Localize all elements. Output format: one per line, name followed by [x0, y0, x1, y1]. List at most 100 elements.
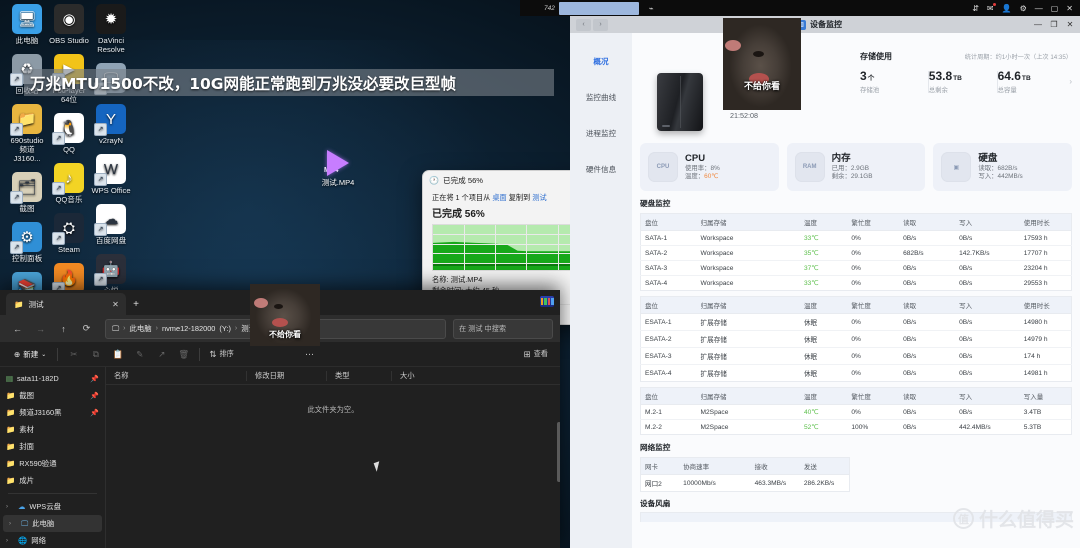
desktop-icon-qq-icon[interactable]: 🐧QQ	[48, 113, 90, 154]
table-cell: 33℃	[803, 280, 819, 287]
desktop-icon-obs-studio-icon[interactable]: ◉ OBS Studio	[48, 4, 90, 45]
desktop-icon-control-panel-icon[interactable]: ⚙控制面板	[6, 222, 48, 263]
card-line: 写入：442MB/s	[978, 173, 1023, 180]
desktop-icon-folder-icon[interactable]: 📁690studio 频道J3160...	[6, 104, 48, 163]
new-button[interactable]: ⊕ 新建 ⌄	[8, 345, 52, 364]
plus-icon[interactable]: +	[126, 293, 146, 315]
column-header: 繁忙度	[847, 387, 900, 405]
pin-icon: 📌	[90, 392, 99, 400]
dm-nav-item[interactable]: 概况	[570, 43, 632, 79]
table-row: ESATA-4 扩展存储 休眠 0% 0B/s 0B/s 14981 h	[641, 365, 1072, 382]
taskbar-thumbnail[interactable]	[540, 296, 554, 307]
search-input[interactable]: 在 测试 中搜索	[453, 318, 553, 339]
desktop-icon-label: DaVinci Resolve	[97, 36, 125, 54]
resource-card[interactable]: RAM 内存 已用：2.9GB 剩余：29.1GB	[786, 143, 926, 191]
dest-link[interactable]: 测试	[532, 193, 546, 202]
column-header[interactable]: 类型	[326, 370, 391, 381]
dm-nav-item[interactable]: 监控曲线	[570, 79, 632, 115]
close-icon[interactable]: ✕	[109, 298, 122, 311]
chevron-right-icon[interactable]: ›	[593, 18, 608, 31]
mail-icon[interactable]: ✉	[987, 2, 996, 13]
explorer-tab[interactable]: 📁 测试 ✕	[6, 293, 126, 315]
sidebar-item[interactable]: 📁 成片	[0, 472, 105, 489]
forward-button[interactable]: →	[30, 318, 51, 339]
clock-icon: 🕐	[429, 175, 439, 185]
breadcrumb-part-1[interactable]: nvme12-182000	[162, 324, 215, 333]
column-header[interactable]: 名称	[106, 371, 246, 381]
sidebar-item[interactable]: ▤ sata11-182D 📌	[0, 370, 105, 387]
sort-button[interactable]: ⇅ 排序	[205, 345, 238, 364]
chevron-left-icon[interactable]: ‹	[576, 18, 591, 31]
close-button[interactable]: ✕	[1062, 18, 1078, 32]
desktop-icon-v2rayn-icon[interactable]: Yv2rayN	[90, 104, 132, 145]
column-header: 盘位	[640, 296, 697, 314]
scrollbar[interactable]	[557, 422, 560, 482]
chevron-right-icon[interactable]: ›	[9, 521, 17, 527]
table-header-row: 网卡 协商速率 接收 发送	[640, 457, 850, 475]
breadcrumb-part-2[interactable]: (Y:)	[219, 324, 231, 333]
sidebar-item-this-pc-icon[interactable]: › 🖵 此电脑	[3, 515, 102, 532]
chevron-right-icon[interactable]: ›	[1069, 77, 1072, 86]
column-header[interactable]: 修改日期	[246, 370, 326, 381]
chevron-right-icon[interactable]: ›	[6, 538, 14, 544]
v2rayn-icon: Y	[94, 104, 126, 136]
column-header: 归属存储	[696, 213, 800, 231]
more-button[interactable]: ⋯	[299, 345, 320, 364]
minimize-button[interactable]: —	[1035, 4, 1043, 13]
up-button[interactable]: ↑	[53, 318, 74, 339]
maximize-button[interactable]: ▢	[1051, 4, 1059, 13]
close-button[interactable]: ✕	[1066, 4, 1073, 13]
sidebar-item-network-icon[interactable]: › 🌐 网络	[0, 532, 105, 548]
gear-icon[interactable]: ⚙	[1020, 4, 1027, 13]
desktop-file-mp4[interactable]: MP4 测试.MP4	[310, 150, 366, 188]
desktop-icon-label: 此电脑	[15, 36, 39, 45]
desktop-icon-steam-icon[interactable]: ⛭Steam	[48, 213, 90, 254]
dm-nav-item[interactable]: 硬件信息	[570, 151, 632, 187]
refresh-button[interactable]: ⟳	[76, 318, 97, 339]
breadcrumb-part-0[interactable]: 此电脑	[129, 323, 151, 334]
share-icon[interactable]: ↗	[151, 345, 172, 364]
chevron-right-icon[interactable]: ›	[6, 504, 14, 510]
plus-circle-icon: ⊕	[14, 349, 21, 359]
column-header: 归属存储	[696, 296, 800, 314]
back-button[interactable]: ←	[7, 318, 28, 339]
copy-icon[interactable]: ⧉	[85, 345, 106, 364]
sidebar-item-label: 网络	[31, 536, 46, 545]
desktop-icon-computer-icon[interactable]: 🖥 此电脑	[6, 4, 48, 45]
dm-nav-item[interactable]: 进程监控	[570, 115, 632, 151]
address-highlight[interactable]	[558, 1, 639, 15]
desktop-icon-davinci-resolve-icon[interactable]: ✹ DaVinci Resolve	[90, 4, 132, 54]
fan-table-stub	[640, 512, 1072, 522]
desktop-icon-folder-screenshot-icon[interactable]: 🗂截图	[6, 172, 48, 213]
explorer-sidebar: ▤ sata11-182D 📌 📁 截图 📌 📁 频道J3160黑 📌 📁 素材 📁 封面 📁 RX590验…	[0, 367, 105, 548]
sidebar-item[interactable]: 📁 RX590验通	[0, 455, 105, 472]
desktop-icon-baidu-netdisk-icon[interactable]: ☁百度网盘	[90, 204, 132, 245]
resource-card[interactable]: CPU CPU 使用率：8% 温度：60℃	[640, 143, 779, 191]
cut-icon[interactable]: ✂	[63, 345, 84, 364]
device-monitor-window[interactable]: ‹ › ▥ 设备监控 — ❐ ✕ 概况监控曲线进程监控硬件信息 A 21:52:…	[570, 16, 1080, 548]
transfer-icon[interactable]: ⇵	[972, 4, 979, 13]
user-icon[interactable]: 👤	[1002, 4, 1012, 13]
table-cell: 142.7KB/s	[955, 245, 1020, 261]
sidebar-item[interactable]: 📁 封面	[0, 438, 105, 455]
minimize-button[interactable]: —	[1030, 18, 1046, 32]
delete-icon[interactable]: 🗑	[173, 345, 194, 364]
sidebar-item[interactable]: 📁 截图 📌	[0, 387, 105, 404]
view-button[interactable]: ⊞ 查看	[519, 345, 552, 364]
source-link[interactable]: 桌面	[492, 193, 506, 202]
ram-icon: RAM	[794, 152, 825, 182]
column-header[interactable]: 大小	[391, 370, 451, 381]
maximize-button[interactable]: ❐	[1046, 18, 1062, 32]
explorer-file-list[interactable]: 名称 修改日期 类型 大小 此文件夹为空。	[105, 367, 560, 548]
storage-note: 统计周期：约1小时一次（上次 14:35）	[964, 54, 1072, 61]
sidebar-item[interactable]: 📁 频道J3160黑 📌	[0, 404, 105, 421]
paste-icon[interactable]: 📋	[107, 345, 128, 364]
device-meta-2: 21:52:08	[730, 111, 758, 120]
desktop-icon-qq-music-icon[interactable]: ♪QQ音乐	[48, 163, 90, 204]
rename-icon[interactable]: ✎	[129, 345, 150, 364]
resource-card[interactable]: ▣ 硬盘 读取：682B/s 写入：442MB/s	[933, 143, 1073, 191]
desktop-icon-wps-office-icon[interactable]: WWPS Office	[90, 154, 132, 195]
desktop-icon-xinyue-icon[interactable]: 🤖心悦	[90, 254, 132, 295]
sidebar-item-cloud-icon[interactable]: › ☁ WPS云盘	[0, 498, 105, 515]
sidebar-item[interactable]: 📁 素材	[0, 421, 105, 438]
